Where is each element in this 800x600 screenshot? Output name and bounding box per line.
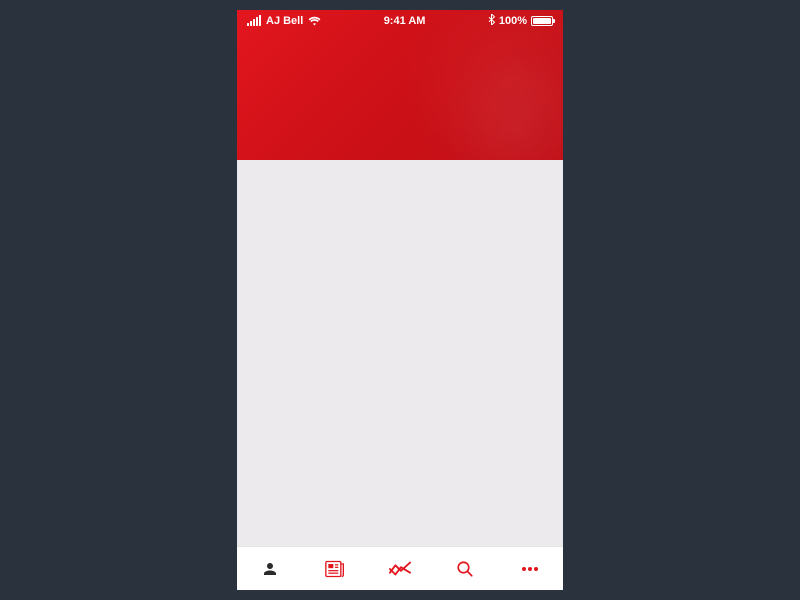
tab-markets[interactable] <box>367 547 432 590</box>
status-time: 9:41 AM <box>384 15 426 27</box>
status-bar: AJ Bell 9:41 AM 100% <box>237 10 563 32</box>
status-right: 100% <box>488 14 553 28</box>
more-icon <box>521 566 539 572</box>
app-header: AJ Bell 9:41 AM 100% <box>237 10 563 160</box>
battery-icon <box>531 16 553 26</box>
tab-news[interactable] <box>302 547 367 590</box>
chart-icon <box>389 561 411 577</box>
tab-search[interactable] <box>433 547 498 590</box>
battery-percent: 100% <box>499 15 527 27</box>
signal-icon <box>247 16 261 26</box>
phone-frame: AJ Bell 9:41 AM 100% <box>237 10 563 590</box>
main-content <box>237 160 563 546</box>
newspaper-icon <box>325 560 345 578</box>
carrier-label: AJ Bell <box>266 15 303 27</box>
search-icon <box>456 560 474 578</box>
status-left: AJ Bell <box>247 15 321 27</box>
wifi-icon <box>308 16 321 26</box>
bluetooth-icon <box>488 14 495 28</box>
person-icon <box>261 560 279 578</box>
tab-bar <box>237 546 563 590</box>
tab-more[interactable] <box>498 547 563 590</box>
tab-profile[interactable] <box>237 547 302 590</box>
